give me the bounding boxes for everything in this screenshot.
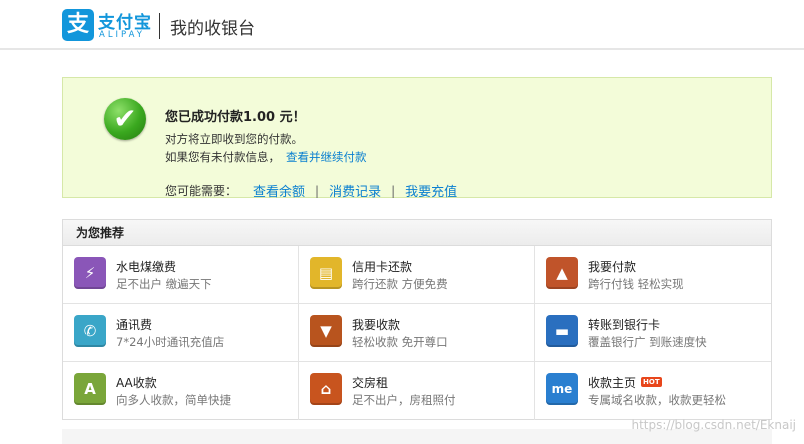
top-up-link[interactable]: 我要充值 (405, 181, 457, 200)
service-description: 覆盖银行广 到账速度快 (588, 335, 707, 349)
service-description: 向多人收款，简单快捷 (116, 393, 231, 407)
service-item[interactable]: ▬ 转账到银行卡覆盖银行广 到账速度快 (535, 304, 771, 362)
service-title[interactable]: 收款主页 HOT (588, 374, 662, 391)
unpaid-notice-text: 如果您有未付款信息， (165, 150, 280, 164)
quick-links: 您可能需要： 查看余额 | 消费记录 | 我要充值 (165, 181, 457, 201)
link-separator: | (315, 183, 320, 198)
phone-icon[interactable]: ✆ (74, 315, 106, 347)
recommend-panel: 为您推荐 ⚡ 水电煤缴费足不出户 缴遍天下 ▤ 信用卡还款跨行还款 方便免费 ▲ 我要付款… (62, 219, 772, 420)
recommend-title: 为您推荐 (63, 220, 771, 246)
watermark: https://blog.csdn.net/Eknaij (631, 418, 796, 432)
check-circle-icon: ✔ (104, 98, 146, 140)
service-item[interactable]: ⚡ 水电煤缴费足不出户 缴遍天下 (63, 246, 299, 304)
service-item[interactable]: ✆ 通讯费 7*24小时通讯充值店 (63, 304, 299, 362)
homepage-icon[interactable]: me (546, 373, 578, 405)
logo-text-en: ALIPAY (99, 30, 145, 40)
service-description: 专属域名收款，收款更轻松 (588, 393, 726, 407)
service-title-text[interactable]: 信用卡还款 (352, 260, 412, 274)
success-title: 您已成功付款1.00 元！ (165, 110, 306, 125)
service-description: 足不出户 缴遍天下 (116, 277, 212, 291)
service-title[interactable]: 水电煤缴费 (116, 258, 176, 275)
service-title[interactable]: 我要付款 (588, 258, 636, 275)
service-title-text[interactable]: 我要收款 (352, 318, 400, 332)
service-title-text[interactable]: 转账到银行卡 (588, 318, 660, 332)
service-item[interactable]: A AA收款向多人收款，简单快捷 (63, 362, 299, 420)
service-item[interactable]: ▤ 信用卡还款跨行还款 方便免费 (299, 246, 535, 304)
service-title-text[interactable]: AA收款 (116, 376, 157, 390)
service-description: 轻松收款 免开尊口 (352, 335, 448, 349)
success-panel: ✔ 您已成功付款1.00 元！ 对方将立即收到您的付款。 如果您有未付款信息， 查… (62, 77, 772, 201)
page-title: 我的收银台 (170, 19, 255, 39)
spending-records-link[interactable]: 消费记录 (329, 181, 381, 200)
rent-icon[interactable]: ⌂ (310, 373, 342, 405)
pay-icon[interactable]: ▲ (546, 257, 578, 289)
service-description: 7*24小时通讯充值店 (116, 335, 225, 349)
unpaid-notice: 如果您有未付款信息， 查看并继续付款 (165, 149, 367, 165)
service-title-text[interactable]: 水电煤缴费 (116, 260, 176, 274)
service-title[interactable]: 我要收款 (352, 316, 400, 333)
service-title[interactable]: AA收款 (116, 374, 157, 391)
service-description: 跨行还款 方便免费 (352, 277, 448, 291)
bank-transfer-icon[interactable]: ▬ (546, 315, 578, 347)
hot-badge: HOT (641, 377, 662, 387)
alipay-logo-icon[interactable]: 支 (62, 9, 94, 41)
utility-icon[interactable]: ⚡ (74, 257, 106, 289)
view-balance-link[interactable]: 查看余额 (253, 181, 305, 200)
service-title-text[interactable]: 收款主页 (588, 376, 636, 390)
header-divider (159, 13, 160, 39)
service-item[interactable]: ▼ 我要收款轻松收款 免开尊口 (299, 304, 535, 362)
credit-card-icon[interactable]: ▤ (310, 257, 342, 289)
service-item[interactable]: ▲ 我要付款跨行付钱 轻松实现 (535, 246, 771, 304)
service-title-text[interactable]: 通讯费 (116, 318, 152, 332)
service-title[interactable]: 交房租 (352, 374, 388, 391)
recommend-grid: ⚡ 水电煤缴费足不出户 缴遍天下 ▤ 信用卡还款跨行还款 方便免费 ▲ 我要付款跨行付钱 … (63, 246, 771, 420)
service-title-text[interactable]: 我要付款 (588, 260, 636, 274)
service-title[interactable]: 信用卡还款 (352, 258, 412, 275)
quick-links-label: 您可能需要： (165, 184, 238, 198)
receive-icon[interactable]: ▼ (310, 315, 342, 347)
service-title-text[interactable]: 交房租 (352, 376, 388, 390)
aa-icon[interactable]: A (74, 373, 106, 405)
link-separator: | (391, 183, 396, 198)
success-message: 对方将立即收到您的付款。 (165, 132, 303, 146)
service-title[interactable]: 通讯费 (116, 316, 152, 333)
service-item[interactable]: me 收款主页 HOT 专属域名收款，收款更轻松 (535, 362, 771, 420)
service-item[interactable]: ⌂ 交房租足不出户，房租照付 (299, 362, 535, 420)
service-description: 足不出户，房租照付 (352, 393, 456, 407)
service-description: 跨行付钱 轻松实现 (588, 277, 684, 291)
header: 支 支付宝 ALIPAY 我的收银台 (0, 0, 804, 50)
service-title[interactable]: 转账到银行卡 (588, 316, 660, 333)
continue-payment-link[interactable]: 查看并继续付款 (286, 150, 367, 164)
